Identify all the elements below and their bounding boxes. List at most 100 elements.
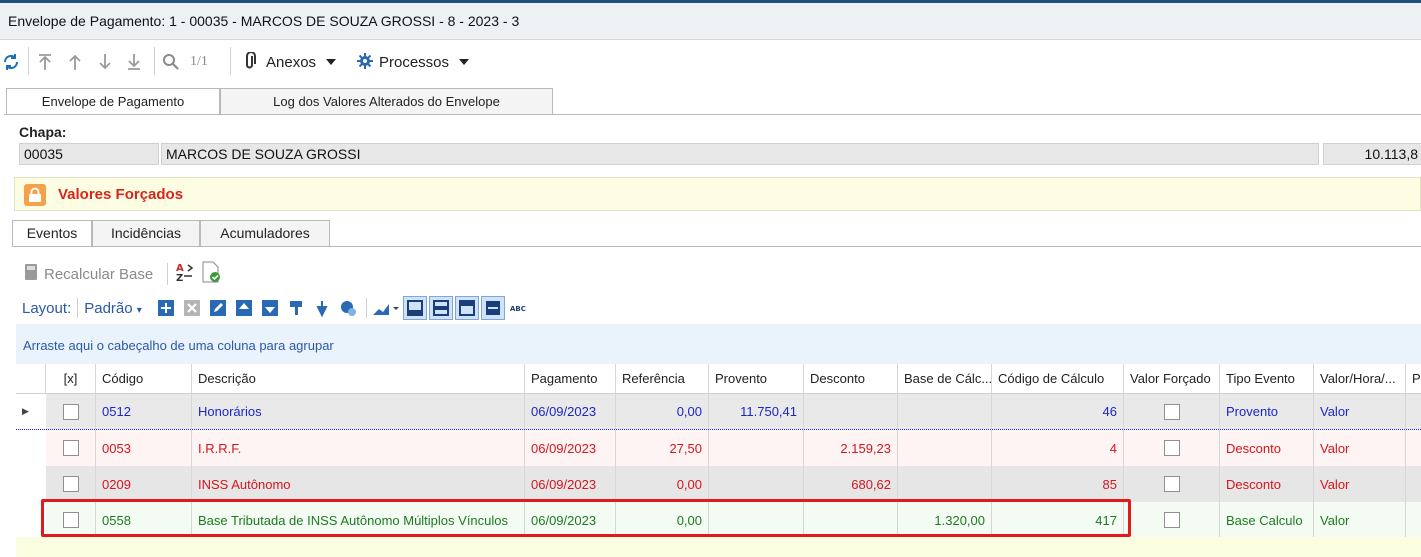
col-header-valor-hora[interactable]: Valor/Hora/... xyxy=(1314,364,1406,393)
cell-codigo-calculo[interactable]: 4 xyxy=(992,430,1124,466)
cell-valor-hora[interactable]: Valor xyxy=(1314,430,1406,466)
col-header-valor-forcado[interactable]: Valor Forçado xyxy=(1124,364,1220,393)
next-record-icon[interactable] xyxy=(98,51,112,73)
cell-tipo-evento[interactable]: Desconto xyxy=(1220,466,1314,502)
tab-log-valores[interactable]: Log dos Valores Alterados do Envelope xyxy=(220,88,553,114)
spell-check-icon[interactable]: ABC xyxy=(507,296,531,320)
tab-incidencias[interactable]: Incidências xyxy=(92,220,200,246)
move-down-icon[interactable] xyxy=(258,296,282,320)
table-row[interactable]: 0053 I.R.R.F. 06/09/2023 27,50 2.159,23 … xyxy=(16,430,1421,466)
tab-acumuladores[interactable]: Acumuladores xyxy=(200,220,330,246)
chapa-code-field[interactable]: 00035 xyxy=(19,143,159,165)
col-header-desconto[interactable]: Desconto xyxy=(804,364,898,393)
layout-middle-panel-icon[interactable] xyxy=(428,296,453,320)
chart-dropdown-icon[interactable] xyxy=(371,296,401,320)
col-header-select[interactable]: [x] xyxy=(46,364,96,393)
chevron-down-icon xyxy=(326,59,337,65)
record-counter: 1/1 xyxy=(190,54,208,69)
add-row-icon[interactable] xyxy=(154,296,178,320)
sort-az-icon[interactable]: AZ xyxy=(174,261,196,287)
cell-base-calculo[interactable] xyxy=(898,394,992,429)
move-up-icon[interactable] xyxy=(232,296,256,320)
col-header-descricao[interactable]: Descrição xyxy=(192,364,525,393)
search-icon[interactable] xyxy=(162,51,180,73)
cell-codigo[interactable]: 0053 xyxy=(96,430,192,466)
export-document-icon[interactable] xyxy=(200,261,222,287)
valor-forcado-checkbox[interactable] xyxy=(1163,512,1180,528)
tab-envelope-pagamento[interactable]: Envelope de Pagamento xyxy=(6,88,220,115)
col-header-referencia[interactable]: Referência xyxy=(616,364,709,393)
cell-provento[interactable] xyxy=(709,430,804,466)
cell-referencia[interactable]: 27,50 xyxy=(616,430,709,466)
layout-label: Layout: xyxy=(22,299,72,317)
col-header-base-calculo[interactable]: Base de Cálc... xyxy=(898,364,992,393)
cell-tipo-evento[interactable]: Base Calculo xyxy=(1220,502,1314,538)
col-header-pr[interactable]: Pr xyxy=(1406,364,1421,393)
group-by-hint: Arraste aqui o cabeçalho de uma coluna p… xyxy=(23,338,334,353)
tab-eventos[interactable]: Eventos xyxy=(12,220,92,247)
edit-row-icon[interactable] xyxy=(206,296,230,320)
svg-text:Z: Z xyxy=(176,273,183,283)
valor-forcado-checkbox[interactable] xyxy=(1163,440,1180,456)
cell-descricao[interactable]: INSS Autônomo xyxy=(192,466,525,502)
row-checkbox[interactable] xyxy=(62,476,79,492)
cell-desconto[interactable] xyxy=(804,394,898,429)
valor-forcado-checkbox[interactable] xyxy=(1163,476,1180,492)
recalc-base-label: Recalcular Base xyxy=(44,265,154,283)
col-header-codigo-calculo[interactable]: Código de Cálculo xyxy=(992,364,1124,393)
delete-row-icon[interactable] xyxy=(180,296,204,320)
cell-pagamento[interactable]: 06/09/2023 xyxy=(525,394,616,429)
row-checkbox[interactable] xyxy=(62,440,79,456)
cell-provento[interactable] xyxy=(709,466,804,502)
filter-icon[interactable] xyxy=(310,296,334,320)
layout-bottom-panel-icon[interactable] xyxy=(402,296,427,320)
cell-valor-hora[interactable]: Valor xyxy=(1314,502,1406,538)
window-title: Envelope de Pagamento: 1 - 00035 - MARCO… xyxy=(8,13,520,29)
table-row[interactable]: 0209 INSS Autônomo 06/09/2023 0,00 680,6… xyxy=(16,466,1421,502)
cell-tipo-evento[interactable]: Provento xyxy=(1220,394,1314,429)
col-header-pagamento[interactable]: Pagamento xyxy=(525,364,616,393)
fill-color-icon[interactable] xyxy=(336,296,360,320)
grid-footer xyxy=(16,537,1421,557)
paint-brush-icon[interactable] xyxy=(284,296,308,320)
cell-pagamento[interactable]: 06/09/2023 xyxy=(525,466,616,502)
refresh-icon[interactable] xyxy=(2,51,20,73)
layout-split-panel-icon[interactable] xyxy=(480,296,505,320)
last-record-icon[interactable] xyxy=(127,51,141,73)
group-by-area[interactable]: Arraste aqui o cabeçalho de uma coluna p… xyxy=(16,324,1421,364)
layout-top-panel-icon[interactable] xyxy=(454,296,479,320)
cell-valor-hora[interactable]: Valor xyxy=(1314,466,1406,502)
cell-tipo-evento[interactable]: Desconto xyxy=(1220,430,1314,466)
cell-base-calculo[interactable] xyxy=(898,430,992,466)
processes-menu[interactable]: Processos xyxy=(357,51,470,73)
row-indicator-icon: ▶ xyxy=(16,394,46,429)
cell-codigo[interactable]: 0512 xyxy=(96,394,192,429)
col-header-provento[interactable]: Provento xyxy=(709,364,804,393)
cell-desconto[interactable]: 2.159,23 xyxy=(804,430,898,466)
cell-desconto[interactable]: 680,62 xyxy=(804,466,898,502)
cell-descricao[interactable]: I.R.R.F. xyxy=(192,430,525,466)
valor-forcado-checkbox[interactable] xyxy=(1163,403,1180,420)
cell-referencia[interactable]: 0,00 xyxy=(616,394,709,429)
cell-referencia[interactable]: 0,00 xyxy=(616,466,709,502)
row-checkbox[interactable] xyxy=(62,403,79,420)
cell-valor-hora[interactable]: Valor xyxy=(1314,394,1406,429)
cell-codigo-calculo[interactable]: 85 xyxy=(992,466,1124,502)
table-row[interactable]: ▶ 0512 Honorários 06/09/2023 0,00 11.750… xyxy=(16,394,1421,430)
first-record-icon[interactable] xyxy=(38,51,52,73)
cell-descricao[interactable]: Honorários xyxy=(192,394,525,429)
attachments-menu[interactable]: Anexos xyxy=(244,50,337,73)
cell-provento[interactable]: 11.750,41 xyxy=(709,394,804,429)
cell-base-calculo[interactable] xyxy=(898,466,992,502)
previous-record-icon[interactable] xyxy=(68,51,82,73)
col-header-codigo[interactable]: Código xyxy=(96,364,192,393)
svg-text:ABC: ABC xyxy=(510,305,526,313)
chapa-name-field[interactable]: MARCOS DE SOUZA GROSSI xyxy=(161,143,1319,165)
cell-codigo[interactable]: 0209 xyxy=(96,466,192,502)
recalc-base-button[interactable]: Recalcular Base AZ xyxy=(24,261,222,287)
cell-codigo-calculo[interactable]: 46 xyxy=(992,394,1124,429)
cell-pagamento[interactable]: 06/09/2023 xyxy=(525,430,616,466)
col-header-tipo-evento[interactable]: Tipo Evento xyxy=(1220,364,1314,393)
lock-icon xyxy=(24,184,46,206)
layout-preset-dropdown[interactable]: Padrão ▾ xyxy=(84,300,142,317)
